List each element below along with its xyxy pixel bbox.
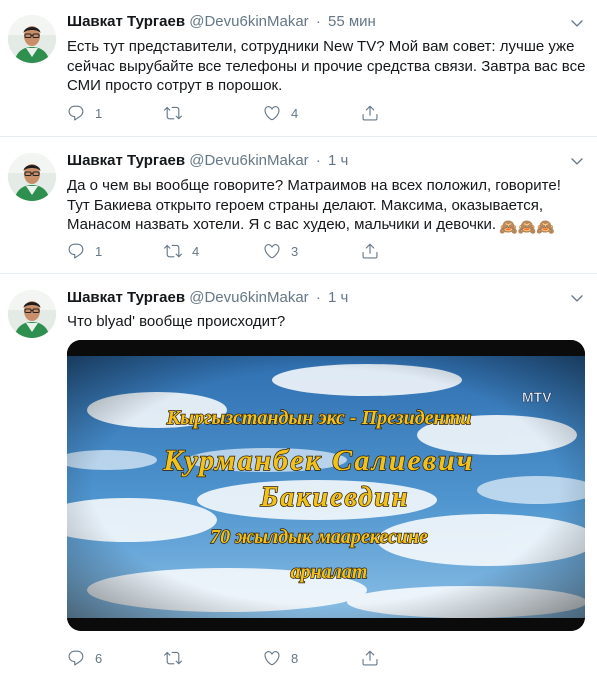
tweet-text: Есть тут представители, сотрудники New T… [67,38,586,94]
caret-down-icon[interactable] [569,153,585,169]
caption-line: Бакиевдин [260,482,410,513]
share-icon [361,104,379,122]
tweet-header: Шавкат Тургаев @Devu6kinMakar · 1 ч [67,288,348,308]
like-button[interactable]: 3 [263,241,298,261]
tweet-actions: 1 4 3 [67,241,487,261]
caption-line: Кыргызстандын экс - Президенти [166,407,472,429]
tweet-media-image[interactable]: MTV Кыргызстандын экс - Президенти Курма… [67,340,585,631]
tweet[interactable]: Шавкат Тургаев @Devu6kinMakar · 55 мин Е… [0,0,597,137]
separator: · [315,289,321,306]
separator: · [315,152,321,169]
author-name[interactable]: Шавкат Тургаев [67,13,185,30]
tweet-text: Да о чем вы вообще говорите? Матраимов н… [67,176,587,238]
retweet-count: 4 [192,243,200,259]
like-icon [263,649,281,667]
author-handle[interactable]: @Devu6kinMakar [189,13,308,30]
caret-down-icon[interactable] [569,290,585,306]
tv-screenshot: MTV Кыргызстандын экс - Президенти Курма… [67,340,585,631]
reply-button[interactable]: 1 [67,241,102,261]
reply-button[interactable]: 6 [67,648,102,668]
tweet-header: Шавкат Тургаев @Devu6kinMakar · 55 мин [67,12,376,32]
avatar[interactable] [8,153,56,201]
tweet-actions: 6 8 [67,648,487,668]
retweet-icon [164,242,182,260]
like-icon [263,242,281,260]
reply-count: 1 [95,105,103,121]
reply-button[interactable]: 1 [67,103,102,123]
author-handle[interactable]: @Devu6kinMakar [189,152,308,169]
reply-count: 6 [95,650,103,666]
reply-icon [67,649,85,667]
share-button[interactable] [361,648,379,668]
like-icon [263,104,281,122]
tweet-text: Что blyad' вообще происходит? [67,313,286,330]
retweet-button[interactable] [164,103,192,123]
timestamp[interactable]: 1 ч [328,289,348,306]
share-icon [361,649,379,667]
caption-line: Курманбек Салиевич [162,444,474,477]
share-button[interactable] [361,103,379,123]
separator: · [315,13,321,30]
avatar[interactable] [8,290,56,338]
tweet[interactable]: Шавкат Тургаев @Devu6kinMakar · 1 ч Да о… [0,137,597,274]
reply-icon [67,104,85,122]
tweet-actions: 1 4 [67,103,487,123]
caption-line: 70 жылдык маарекесине [210,526,428,548]
like-button[interactable]: 8 [263,648,298,668]
like-count: 8 [291,650,299,666]
tweet-header: Шавкат Тургаев @Devu6kinMakar · 1 ч [67,151,348,171]
retweet-icon [164,649,182,667]
share-icon [361,242,379,260]
author-name[interactable]: Шавкат Тургаев [67,152,185,169]
monkey-emoji: 🙈🙈🙈 [499,219,556,236]
retweet-button[interactable]: 4 [164,241,199,261]
retweet-icon [164,104,182,122]
author-handle[interactable]: @Devu6kinMakar [189,289,308,306]
tweet-text-body: Да о чем вы вообще говорите? Матраимов н… [67,177,561,233]
avatar[interactable] [8,15,56,63]
timestamp[interactable]: 55 мин [328,13,376,30]
share-button[interactable] [361,241,379,261]
channel-logo: MTV [522,389,552,405]
like-count: 4 [291,105,299,121]
author-name[interactable]: Шавкат Тургаев [67,289,185,306]
like-count: 3 [291,243,299,259]
caret-down-icon[interactable] [569,15,585,31]
reply-icon [67,242,85,260]
like-button[interactable]: 4 [263,103,298,123]
caption-line: арналат [291,561,368,583]
retweet-button[interactable] [164,648,192,668]
timestamp[interactable]: 1 ч [328,152,348,169]
reply-count: 1 [95,243,103,259]
